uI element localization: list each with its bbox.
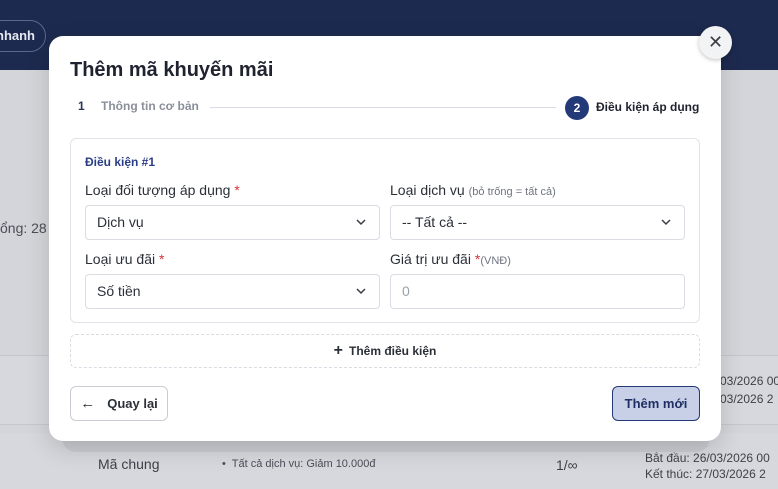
step-1-label[interactable]: Thông tin cơ bản [101, 99, 199, 113]
step-2-badge: 2 [565, 96, 589, 120]
step-2-label: Điều kiện áp dụng [596, 100, 700, 114]
discount-value-label: Giá trị ưu đãi *(VNĐ) [390, 251, 511, 267]
quick-action-button[interactable]: nhanh [0, 20, 46, 52]
service-type-label: Loại dịch vụ (bỏ trống = tất cả) [390, 182, 556, 198]
discount-type-select[interactable]: Số tiền [85, 274, 380, 309]
arrow-left-icon: ← [80, 395, 96, 412]
row-start-date: 03/2026 00 [720, 374, 778, 388]
target-type-label: Loại đối tượng áp dụng * [85, 182, 240, 198]
submit-button[interactable]: Thêm mới [612, 386, 700, 421]
modal-title: Thêm mã khuyến mãi [70, 59, 274, 81]
service-type-select[interactable]: -- Tất cả -- [390, 205, 685, 240]
add-condition-label: Thêm điều kiện [348, 344, 437, 358]
condition-title: Điều kiện #1 [85, 155, 156, 169]
total-count: ổng: 28 [0, 220, 47, 236]
row-start-date: Bắt đầu: 26/03/2026 00 [645, 451, 770, 465]
add-condition-button[interactable]: + Thêm điều kiện [70, 334, 700, 368]
condition-card: Điều kiện #1 Loại đối tượng áp dụng * Dị… [70, 138, 700, 323]
plus-icon: + [333, 342, 343, 359]
close-icon: ✕ [707, 32, 724, 52]
row-code-type: Mã chung [98, 456, 160, 472]
discount-value-input[interactable]: 0 [390, 274, 685, 309]
add-promotion-modal: Thêm mã khuyến mãi 1 Thông tin cơ bản 2 … [49, 36, 721, 441]
chevron-down-icon [661, 219, 671, 226]
row-end-date: Kết thúc: 27/03/2026 2 [645, 467, 766, 481]
discount-type-label: Loại ưu đãi * [85, 251, 165, 267]
row-end-date: 03/2026 2 [720, 392, 774, 406]
back-button[interactable]: ← Quay lại [70, 386, 168, 421]
target-type-select[interactable]: Dịch vụ [85, 205, 380, 240]
row-description: • Tất cả dịch vụ: Giảm 10.000đ [222, 458, 376, 470]
stepper-divider [210, 107, 556, 108]
close-button[interactable]: ✕ [699, 26, 732, 59]
step-1-number: 1 [78, 99, 85, 113]
chevron-down-icon [356, 219, 366, 226]
row-usage: 1/∞ [556, 457, 578, 473]
back-button-label: Quay lại [107, 396, 158, 411]
chevron-down-icon [356, 288, 366, 295]
